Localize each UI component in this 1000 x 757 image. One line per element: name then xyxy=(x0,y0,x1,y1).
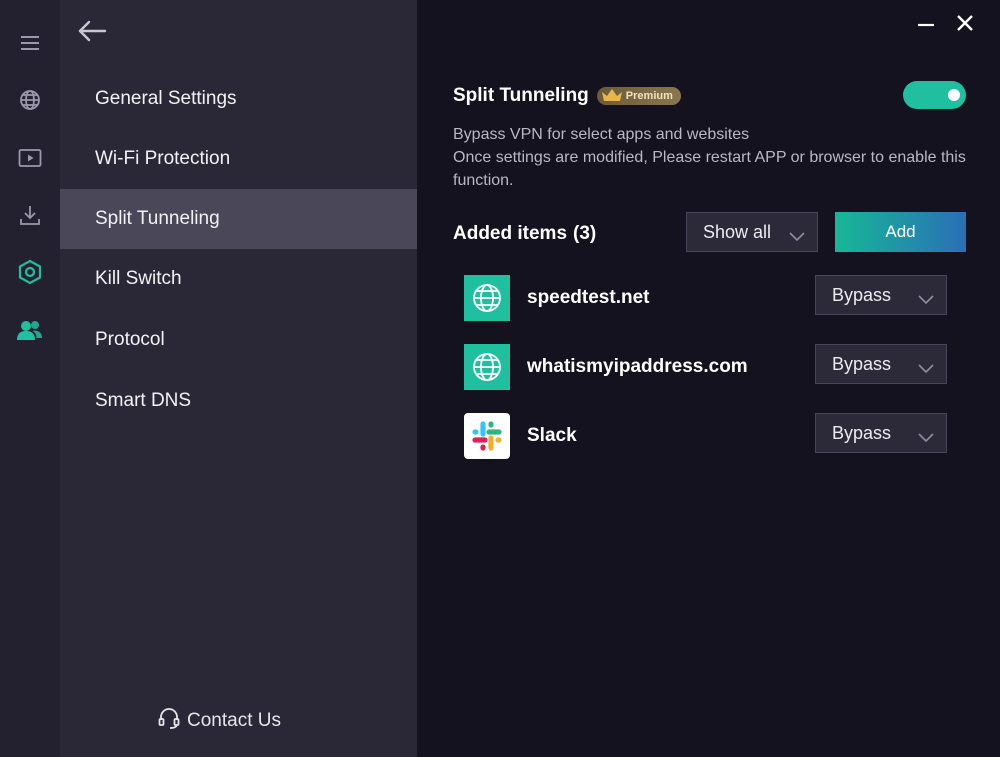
item-name: speedtest.net xyxy=(527,287,650,308)
list-item: Slack Bypass xyxy=(464,413,947,459)
main-panel: Split Tunneling Premium Bypass VPN for s… xyxy=(417,0,1000,757)
mode-dropdown[interactable]: Bypass xyxy=(815,413,947,453)
mode-value: Bypass xyxy=(832,284,892,305)
nav-item-general-settings[interactable]: General Settings xyxy=(60,69,417,129)
globe-icon xyxy=(464,344,510,390)
chevron-down-icon xyxy=(918,289,934,310)
filter-dropdown[interactable]: Show all xyxy=(686,212,818,252)
toggle-knob xyxy=(948,89,960,101)
chevron-down-icon xyxy=(918,358,934,379)
chevron-down-icon xyxy=(789,226,805,247)
download-icon[interactable] xyxy=(15,200,45,230)
section-header: Split Tunneling Premium xyxy=(453,82,681,110)
headset-icon xyxy=(157,706,181,736)
added-items-count: (3) xyxy=(573,223,597,244)
description: Bypass VPN for select apps and websites … xyxy=(453,123,973,192)
mode-dropdown[interactable]: Bypass xyxy=(815,344,947,384)
close-icon[interactable] xyxy=(952,10,978,36)
premium-badge: Premium xyxy=(596,87,681,105)
item-name: whatismyipaddress.com xyxy=(527,356,748,377)
nav-item-wifi-protection[interactable]: Wi-Fi Protection xyxy=(60,129,417,189)
streaming-icon[interactable] xyxy=(15,143,45,173)
item-name: Slack xyxy=(527,425,577,446)
back-arrow-icon[interactable] xyxy=(75,16,109,46)
globe-icon xyxy=(464,275,510,321)
added-items-heading: Added items (3) xyxy=(453,221,596,247)
mode-value: Bypass xyxy=(832,422,892,443)
menu-icon[interactable] xyxy=(15,28,45,58)
add-button[interactable]: Add xyxy=(835,212,966,252)
list-item: whatismyipaddress.com Bypass xyxy=(464,344,947,390)
crown-icon xyxy=(601,88,623,105)
filter-value: Show all xyxy=(703,221,772,242)
slack-logo-icon xyxy=(464,413,510,459)
settings-hexagon-icon[interactable] xyxy=(15,257,45,287)
added-items-label: Added items xyxy=(453,223,568,244)
account-users-icon[interactable] xyxy=(15,315,45,345)
nav-item-kill-switch[interactable]: Kill Switch xyxy=(60,249,417,309)
globe-icon[interactable] xyxy=(15,85,45,115)
mode-value: Bypass xyxy=(832,353,892,374)
nav-item-smart-dns[interactable]: Smart DNS xyxy=(60,371,417,431)
nav-item-protocol[interactable]: Protocol xyxy=(60,310,417,370)
nav-item-split-tunneling[interactable]: Split Tunneling xyxy=(60,189,417,249)
settings-nav: General Settings Wi-Fi Protection Split … xyxy=(60,0,417,757)
minimize-icon[interactable] xyxy=(913,10,939,36)
description-line-2: Once settings are modified, Please resta… xyxy=(453,149,966,189)
split-tunneling-toggle[interactable] xyxy=(903,81,966,109)
mode-dropdown[interactable]: Bypass xyxy=(815,275,947,315)
list-item: speedtest.net Bypass xyxy=(464,275,947,321)
page-title: Split Tunneling xyxy=(453,85,589,106)
chevron-down-icon xyxy=(918,427,934,448)
contact-us-label: Contact Us xyxy=(187,710,281,731)
premium-label: Premium xyxy=(625,90,673,102)
contact-us-link[interactable]: Contact Us xyxy=(157,706,281,736)
description-line-1: Bypass VPN for select apps and websites xyxy=(453,126,750,143)
icon-rail xyxy=(0,0,60,757)
